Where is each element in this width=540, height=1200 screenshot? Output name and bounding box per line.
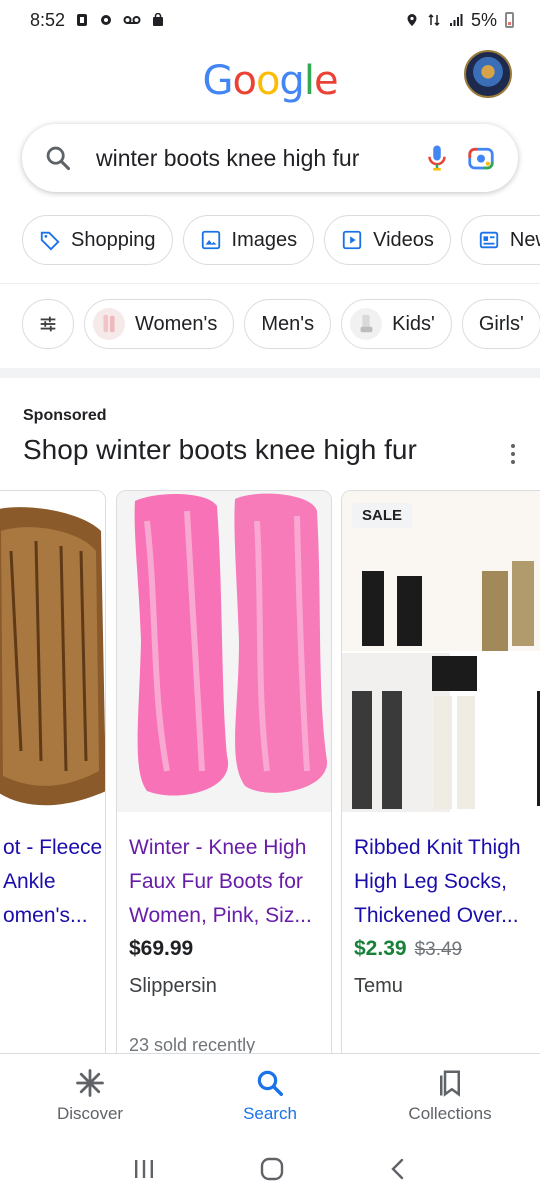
search-query[interactable]: winter boots knee high fur xyxy=(96,145,408,172)
filter-label: Women's xyxy=(135,312,218,335)
product-image: SALE xyxy=(342,491,540,812)
microphone-icon[interactable] xyxy=(422,143,452,173)
logo-letter: e xyxy=(313,58,339,104)
section-title: Shop winter boots knee high fur xyxy=(23,434,417,465)
search-box[interactable]: winter boots knee high fur xyxy=(22,124,518,192)
status-bar: 8:52 5% xyxy=(0,0,540,40)
nav-search[interactable]: Search xyxy=(180,1054,360,1137)
tab-label: Shopping xyxy=(71,228,156,251)
bottom-navigation: Discover Search Collections xyxy=(0,1053,540,1137)
signal-icon xyxy=(449,14,463,26)
tab-images[interactable]: Images xyxy=(182,215,315,265)
product-store: Temu xyxy=(354,975,403,997)
filter-label: Kids' xyxy=(392,312,435,335)
kids-boot-thumbnail xyxy=(350,308,383,340)
tag-icon xyxy=(40,231,60,251)
google-logo: Google xyxy=(0,58,540,104)
filter-chips: Women's Men's Kids' Girls' xyxy=(22,299,540,349)
nav-collections[interactable]: Collections xyxy=(360,1054,540,1137)
logo-letter: l xyxy=(303,58,315,104)
tab-news[interactable]: New xyxy=(460,215,540,265)
news-icon xyxy=(479,231,499,249)
shopping-bag-icon xyxy=(153,13,164,26)
sponsored-label: Sponsored xyxy=(23,407,107,424)
logo-letter: g xyxy=(279,58,304,104)
image-icon xyxy=(201,230,220,250)
search-icon[interactable] xyxy=(44,144,72,172)
sale-badge: SALE xyxy=(352,503,413,528)
product-carousel[interactable]: ot - Fleece Ankle omen's... Winter - Kne… xyxy=(0,490,540,1055)
product-reviews: 23 sold recently xyxy=(129,1035,256,1055)
filter-womens[interactable]: Women's xyxy=(84,299,235,349)
product-price: $2.39 $3.49 xyxy=(354,937,462,961)
recent-apps-icon[interactable] xyxy=(132,1158,156,1180)
product-title[interactable]: ot - Fleece Ankle omen's... xyxy=(0,831,103,933)
home-icon[interactable] xyxy=(259,1156,285,1182)
title-line: ot - Fleece xyxy=(3,836,103,859)
wifi-data-icon xyxy=(428,13,440,27)
filter-kids[interactable]: Kids' xyxy=(341,299,452,349)
battery-icon xyxy=(505,12,514,28)
logo-letter: o xyxy=(232,58,257,104)
product-title[interactable]: Winter - Knee High Faux Fur Boots for Wo… xyxy=(129,831,323,933)
asterisk-icon xyxy=(76,1068,104,1097)
section-separator xyxy=(0,368,540,378)
nav-label: Search xyxy=(243,1103,297,1123)
filter-mens[interactable]: Men's xyxy=(244,299,332,349)
nav-label: Collections xyxy=(408,1103,492,1123)
tab-label: Videos xyxy=(373,228,434,251)
more-options-icon[interactable] xyxy=(508,444,518,464)
nav-discover[interactable]: Discover xyxy=(0,1054,180,1137)
search-tabs: Shopping Images Videos New xyxy=(22,215,540,265)
filter-settings-button[interactable] xyxy=(22,299,74,349)
nav-label: Discover xyxy=(56,1103,124,1123)
notification-icon xyxy=(77,14,88,26)
womens-boot-thumbnail xyxy=(93,308,125,340)
back-icon[interactable] xyxy=(388,1157,408,1181)
status-time: 8:52 xyxy=(30,9,66,30)
battery-percent: 5% xyxy=(470,9,497,30)
product-card[interactable]: ot - Fleece Ankle omen's... xyxy=(0,490,106,1055)
title-line: omen's... xyxy=(3,904,88,927)
product-price: $69.99 xyxy=(129,937,194,960)
collections-icon xyxy=(440,1070,460,1097)
original-price: $3.49 xyxy=(414,939,463,960)
product-store: Slippersin xyxy=(129,975,217,997)
product-card[interactable]: Winter - Knee High Faux Fur Boots for Wo… xyxy=(116,490,332,1055)
product-image xyxy=(117,491,331,812)
gear-icon xyxy=(101,15,112,25)
system-navigation xyxy=(0,1137,540,1200)
filter-label: Girls' xyxy=(478,312,524,335)
tab-shopping[interactable]: Shopping xyxy=(22,215,173,265)
location-icon xyxy=(407,14,417,26)
tab-videos[interactable]: Videos xyxy=(324,215,451,265)
tab-label: Images xyxy=(231,228,298,251)
tab-label: New xyxy=(509,228,540,251)
account-avatar[interactable] xyxy=(464,50,512,98)
product-image xyxy=(0,491,105,812)
voicemail-icon xyxy=(123,16,141,24)
logo-letter: G xyxy=(202,58,233,104)
divider xyxy=(0,283,540,284)
filter-girls[interactable]: Girls' xyxy=(461,299,540,349)
search-icon xyxy=(257,1070,283,1096)
sliders-icon xyxy=(40,316,56,332)
logo-letter: o xyxy=(255,58,281,104)
title-line: Ankle xyxy=(3,870,56,893)
product-card[interactable]: SALE Ribbed Knit Thigh High Leg Socks, T… xyxy=(341,490,540,1055)
filter-label: Men's xyxy=(261,312,315,335)
sale-price: $2.39 xyxy=(354,937,407,960)
google-lens-icon[interactable] xyxy=(466,143,496,173)
product-title[interactable]: Ribbed Knit Thigh High Leg Socks, Thicke… xyxy=(354,831,540,933)
play-icon xyxy=(342,230,362,250)
